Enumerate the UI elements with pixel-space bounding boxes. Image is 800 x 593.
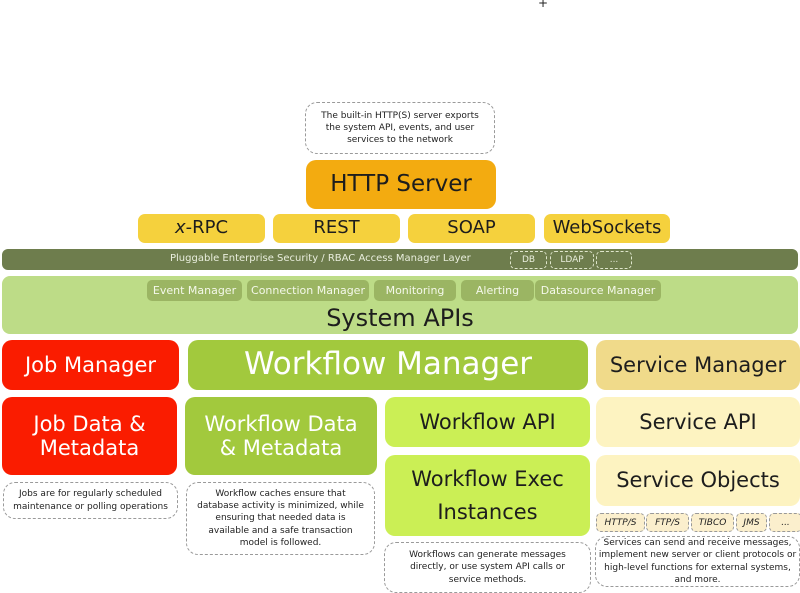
mouse-cursor-crosshair: +: [538, 0, 549, 10]
system-module-connection-manager: Connection Manager: [247, 280, 369, 301]
system-module-label: Alerting: [475, 284, 520, 297]
system-module-label: Datasource Manager: [540, 284, 656, 297]
workflow-exec-note-text: Workflows can generate messages directly…: [409, 550, 566, 585]
protocol-xrpc: x-RPC: [138, 214, 265, 243]
transport-tibco: TIBCO: [691, 513, 734, 532]
security-layer-label: Pluggable Enterprise Security / RBAC Acc…: [170, 253, 471, 264]
http-server-note-text: The built-in HTTP(S) server exports the …: [321, 110, 479, 146]
transport-ftp: FTP/S: [646, 513, 689, 532]
security-layer: Pluggable Enterprise Security / RBAC Acc…: [2, 249, 798, 270]
system-module-label: Connection Manager: [251, 284, 365, 297]
transport-http: HTTP/S: [596, 513, 645, 532]
service-api-label: Service API: [639, 409, 757, 434]
service-objects-box: Service Objects: [596, 455, 800, 506]
transport-label: JMS: [743, 517, 760, 528]
workflow-exec-box: Workflow Exec Instances: [385, 455, 590, 536]
job-data-label: Job Data & Metadata: [33, 411, 146, 460]
http-server-note: The built-in HTTP(S) server exports the …: [305, 102, 495, 154]
security-plugin-db-label: DB: [521, 255, 536, 265]
http-server-title: HTTP Server: [330, 171, 472, 198]
workflow-manager-label: Workflow Manager: [243, 346, 533, 383]
job-manager-box: Job Manager: [2, 340, 179, 390]
job-manager-label: Job Manager: [24, 352, 157, 377]
protocol-xrpc-suffix: -RPC: [185, 217, 229, 239]
system-module-label: Monitoring: [385, 284, 445, 297]
transport-jms: JMS: [736, 513, 767, 532]
transport-label: FTP/S: [655, 517, 680, 528]
system-module-datasource-manager: Datasource Manager: [535, 280, 661, 301]
protocol-xrpc-prefix: x: [174, 217, 186, 239]
job-note: Jobs are for regularly scheduled mainten…: [3, 482, 178, 519]
protocol-soap-label: SOAP: [447, 217, 496, 239]
protocol-websockets: WebSockets: [544, 214, 670, 243]
protocol-xrpc-label: x-RPC: [174, 217, 229, 239]
workflow-data-note-text: Workflow caches ensure that database act…: [197, 489, 364, 548]
service-api-box: Service API: [596, 397, 800, 447]
service-manager-box: Service Manager: [596, 340, 800, 390]
job-data-box: Job Data & Metadata: [2, 397, 177, 475]
service-objects-label: Service Objects: [616, 468, 780, 493]
service-note-text: Services can send and receive messages, …: [598, 538, 797, 585]
system-module-event-manager: Event Manager: [147, 280, 242, 301]
security-plugin-more: ...: [596, 251, 632, 269]
service-manager-label: Service Manager: [609, 352, 787, 377]
security-plugin-db: DB: [510, 251, 547, 269]
protocol-soap: SOAP: [408, 214, 535, 243]
workflow-manager-box: Workflow Manager: [188, 340, 588, 390]
system-module-label: Event Manager: [152, 284, 237, 297]
service-note: Services can send and receive messages, …: [595, 536, 800, 587]
protocol-rest-label: REST: [313, 217, 360, 239]
security-plugin-ldap-label: LDAP: [560, 255, 584, 265]
transport-label: HTTP/S: [604, 517, 637, 528]
system-module-alerting: Alerting: [461, 280, 534, 301]
security-plugin-more-label: ...: [609, 255, 619, 265]
workflow-exec-note: Workflows can generate messages directly…: [384, 542, 591, 593]
job-note-text: Jobs are for regularly scheduled mainten…: [13, 489, 168, 512]
transport-label: TIBCO: [698, 517, 727, 528]
system-module-monitoring: Monitoring: [374, 280, 456, 301]
workflow-exec-label: Workflow Exec Instances: [411, 466, 564, 524]
protocol-rest: REST: [273, 214, 400, 243]
transport-more: ...: [769, 513, 800, 532]
workflow-data-note: Workflow caches ensure that database act…: [186, 482, 375, 555]
http-server-box: HTTP Server: [306, 160, 496, 209]
system-apis-title: System APIs: [326, 304, 474, 332]
protocol-websockets-label: WebSockets: [552, 217, 662, 239]
workflow-api-box: Workflow API: [385, 397, 590, 447]
security-plugin-ldap: LDAP: [550, 251, 594, 269]
system-apis-layer: Event Manager Connection Manager Monitor…: [2, 276, 798, 334]
workflow-api-label: Workflow API: [419, 409, 556, 434]
transport-label: ...: [781, 517, 790, 528]
workflow-data-box: Workflow Data & Metadata: [185, 397, 377, 475]
workflow-data-label: Workflow Data & Metadata: [204, 411, 358, 460]
